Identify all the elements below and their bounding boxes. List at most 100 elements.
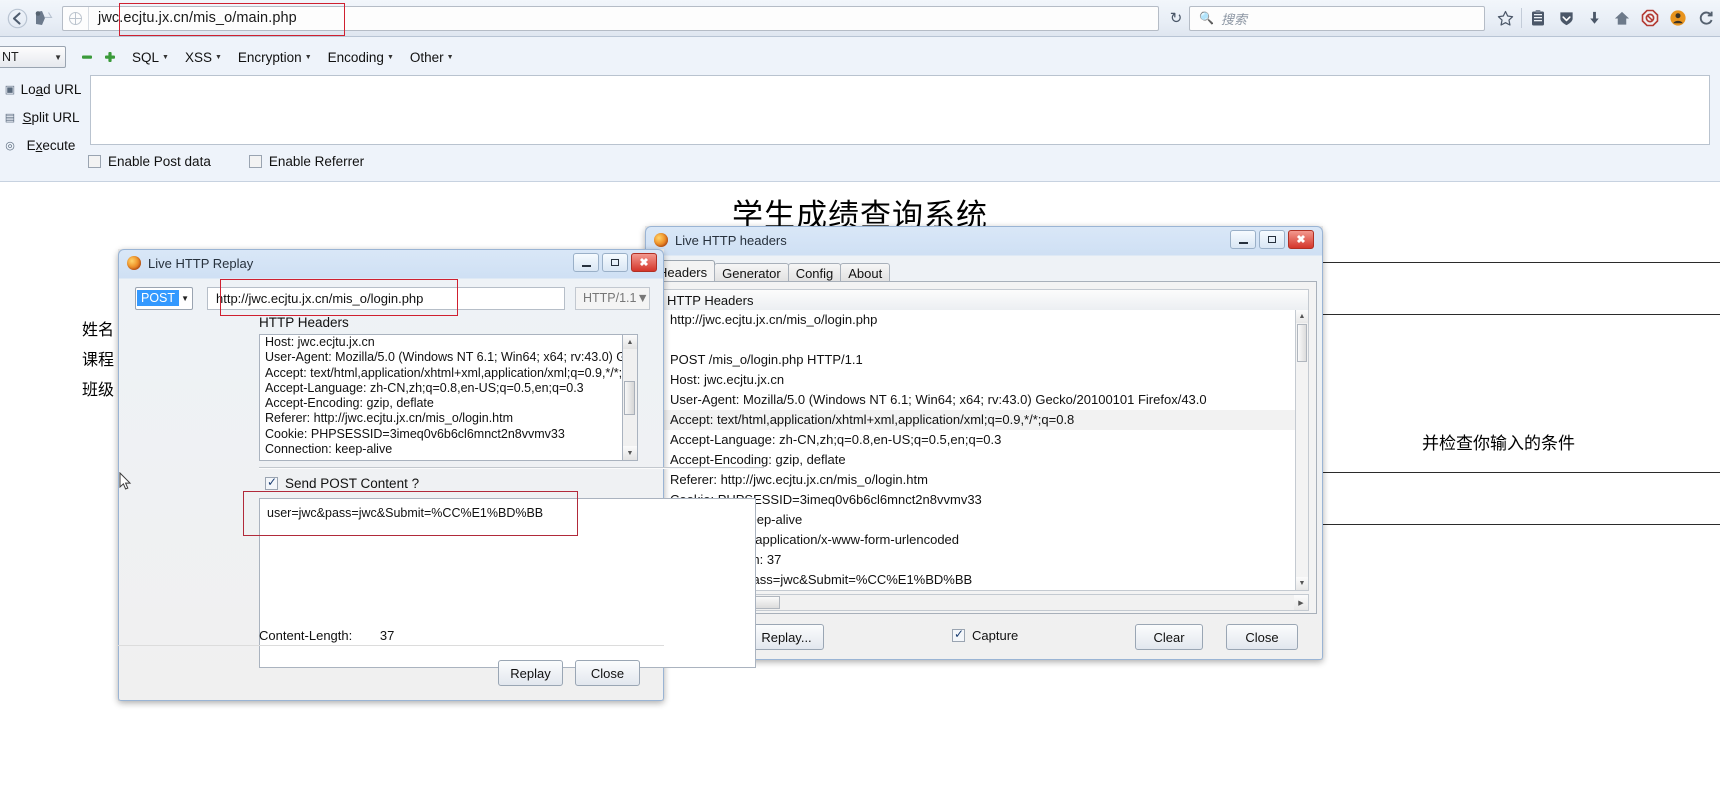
- chevron-down-icon: ▼: [446, 53, 454, 61]
- enable-post-data-checkbox[interactable]: Enable Post data: [88, 154, 211, 169]
- capture-label: Capture: [972, 628, 1019, 643]
- hackbar-url-textarea[interactable]: [90, 75, 1710, 145]
- scroll-right-icon[interactable]: ▶: [1294, 595, 1308, 610]
- headers-list-row[interactable]: [659, 330, 1308, 350]
- replay-header-line: Cookie: PHPSESSID=3imeq0v6b6cl6mnct2n8vv…: [265, 426, 565, 441]
- reload-icon[interactable]: ↻: [1163, 6, 1189, 31]
- clear-button[interactable]: Clear: [1135, 624, 1203, 650]
- headers-list-row[interactable]: Accept: text/html,application/xhtml+xml,…: [659, 410, 1308, 430]
- firefox-logo-icon: [654, 233, 668, 247]
- headers-list-row[interactable]: Connection: keep-alive: [659, 510, 1308, 530]
- send-post-content-label: Send POST Content ?: [285, 476, 420, 491]
- send-post-content-checkbox[interactable]: Send POST Content ?: [265, 475, 420, 491]
- replay-button[interactable]: Replay...: [749, 624, 824, 650]
- replay-url-input[interactable]: http://jwc.ecjtu.jx.cn/mis_o/login.php: [207, 286, 565, 310]
- tab-about-label: About: [848, 266, 883, 281]
- headers-list-vertical-scrollbar[interactable]: ▲ ▼: [1295, 310, 1309, 591]
- search-input[interactable]: 🔍 搜索: [1189, 5, 1485, 31]
- load-url-button[interactable]: ▣ Load URL: [0, 77, 84, 102]
- maximize-button[interactable]: [1259, 230, 1285, 249]
- replay-content-length: Content-Length: 37: [259, 628, 394, 643]
- maximize-button[interactable]: [602, 253, 628, 272]
- replay-headers-textarea[interactable]: Host: jwc.ecjtu.jx.cn User-Agent: Mozilla…: [259, 334, 623, 461]
- replay-url-value: http://jwc.ecjtu.jx.cn/mis_o/login.php: [216, 290, 424, 306]
- replay-version-select[interactable]: HTTP/1.1 ▼: [575, 286, 650, 310]
- tab-config[interactable]: Config: [787, 263, 842, 283]
- hackbar-menu-encoding-label: Encoding: [327, 49, 384, 65]
- star-icon[interactable]: [1491, 4, 1519, 32]
- hackbar-menu-xss[interactable]: XSS ▼: [185, 50, 222, 65]
- home-icon[interactable]: [1608, 4, 1636, 32]
- tab-about[interactable]: About: [840, 263, 891, 283]
- checkbox-box: [248, 155, 262, 168]
- hackbar-method-select[interactable]: NT ▼: [0, 46, 66, 68]
- live-http-replay-window[interactable]: Live HTTP Replay ✖ POST ▼ http://jwc.ecj…: [118, 249, 764, 701]
- live-http-headers-tabs: Headers Generator Config About: [650, 260, 891, 283]
- scrollbar-thumb[interactable]: [1297, 324, 1307, 362]
- scrollbar-thumb[interactable]: [624, 381, 635, 415]
- live-http-replay-window-controls: ✖: [573, 253, 657, 272]
- forward-arrow-icon[interactable]: [30, 5, 56, 31]
- close-button-footer[interactable]: Close: [1226, 624, 1298, 650]
- capture-checkbox[interactable]: Capture: [952, 627, 1019, 643]
- headers-list-row[interactable]: Referer: http://jwc.ecjtu.jx.cn/mis_o/lo…: [659, 470, 1308, 490]
- site-identity-icon[interactable]: [63, 6, 89, 30]
- replay-headers-scrollbar[interactable]: ▲ ▼: [623, 334, 638, 461]
- noscript-icon[interactable]: [1636, 4, 1664, 32]
- browser-toolbar: jwc.ecjtu.jx.cn/mis_o/main.php ↻ 🔍 搜索: [0, 0, 1720, 37]
- form-label-name: 姓名: [82, 320, 115, 339]
- headers-list-row[interactable]: Host: jwc.ecjtu.jx.cn: [659, 370, 1308, 390]
- split-url-button[interactable]: ▤ Split URL: [0, 105, 84, 130]
- hackbar-options: Enable Post data Enable Referrer: [88, 154, 402, 169]
- hackbar-action-buttons: ▣ Load URL ▤ Split URL ◎ Execute: [0, 77, 84, 161]
- replay-request-line: POST ▼ http://jwc.ecjtu.jx.cn/mis_o/logi…: [135, 279, 654, 316]
- minimize-button[interactable]: [1230, 230, 1256, 249]
- back-arrow-icon[interactable]: [4, 5, 30, 31]
- replay-submit-button[interactable]: Replay: [498, 660, 563, 686]
- scroll-down-icon[interactable]: ▼: [623, 446, 637, 460]
- chevron-down-icon: ▼: [386, 53, 394, 61]
- replay-header-line: Connection: keep-alive: [265, 442, 393, 457]
- hackbar-menu-encoding[interactable]: Encoding ▼: [328, 50, 394, 65]
- enable-referrer-checkbox[interactable]: Enable Referrer: [248, 154, 364, 169]
- replay-header-line: Accept-Encoding: gzip, deflate: [265, 396, 434, 411]
- remove-tab-icon[interactable]: [80, 51, 93, 64]
- hackbar-menu-encryption[interactable]: Encryption ▼: [238, 50, 312, 65]
- load-url-icon: ▣: [4, 84, 16, 96]
- headers-list-row[interactable]: http://jwc.ecjtu.jx.cn/mis_o/login.php: [659, 310, 1308, 330]
- execute-icon: ◎: [5, 140, 15, 152]
- tab-generator[interactable]: Generator: [714, 263, 789, 283]
- hackbar-menu-sql-label: SQL: [132, 49, 160, 65]
- add-tab-icon[interactable]: [103, 51, 116, 64]
- close-button[interactable]: ✖: [1288, 230, 1314, 249]
- download-icon[interactable]: [1580, 4, 1608, 32]
- live-http-headers-titlebar[interactable]: Live HTTP headers: [645, 226, 1323, 254]
- headers-list-row[interactable]: Accept-Language: zh-CN,zh;q=0.8,en-US;q=…: [659, 430, 1308, 450]
- execute-button[interactable]: ◎ Execute: [0, 133, 84, 158]
- scroll-down-icon[interactable]: ▼: [1296, 577, 1308, 590]
- headers-list-row[interactable]: Content-Type: application/x-www-form-url…: [659, 530, 1308, 550]
- shield-icon[interactable]: [1552, 4, 1580, 32]
- headers-list-row[interactable]: Cookie: PHPSESSID=3imeq0v6b6cl6mnct2n8vv…: [659, 490, 1308, 510]
- scroll-up-icon[interactable]: ▲: [1296, 310, 1308, 323]
- chevron-down-icon: ▼: [304, 53, 312, 61]
- split-url-icon: ▤: [4, 112, 16, 124]
- replay-method-select[interactable]: POST ▼: [135, 286, 193, 310]
- reader-list-icon[interactable]: [1524, 4, 1552, 32]
- hackbar-menu-other[interactable]: Other ▼: [410, 50, 454, 65]
- headers-list-row[interactable]: User-Agent: Mozilla/5.0 (Windows NT 6.1;…: [659, 390, 1308, 410]
- replay-content-length-value: 37: [379, 628, 395, 643]
- minimize-button[interactable]: [573, 253, 599, 272]
- hackbar-menu-sql[interactable]: SQL ▼: [132, 50, 169, 65]
- user-agent-icon[interactable]: [1664, 4, 1692, 32]
- refresh-plugin-icon[interactable]: [1692, 4, 1720, 32]
- headers-list-column-header: HTTP Headers: [658, 289, 1309, 311]
- close-button[interactable]: ✖: [631, 253, 657, 272]
- scroll-up-icon[interactable]: ▲: [623, 335, 637, 349]
- headers-list-row[interactable]: user=jwc&pass=jwc&Submit=%CC%E1%BD%BB: [659, 570, 1308, 590]
- url-bar[interactable]: jwc.ecjtu.jx.cn/mis_o/main.php: [62, 2, 1159, 36]
- headers-list-row[interactable]: Content-Length: 37: [659, 550, 1308, 570]
- hackbar-toolbar: NT ▼ SQL ▼ XSS ▼ Encryption ▼ Encoding ▼ Oth…: [0, 37, 1720, 182]
- headers-list-row[interactable]: POST /mis_o/login.php HTTP/1.1: [659, 350, 1308, 370]
- replay-close-button[interactable]: Close: [575, 660, 640, 686]
